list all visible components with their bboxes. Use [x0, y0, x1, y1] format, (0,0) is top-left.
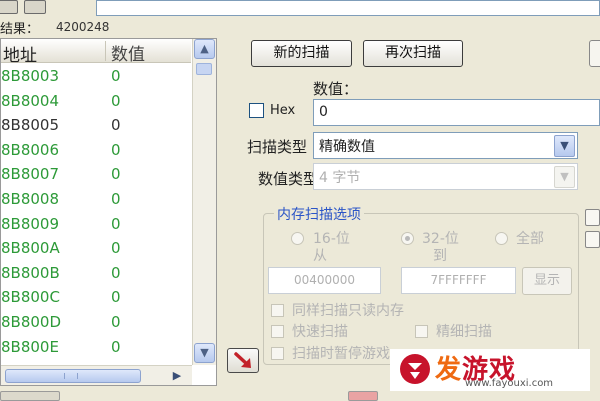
horizontal-scroll-thumb[interactable]: [5, 369, 141, 383]
list-row[interactable]: 8B8007 0: [1, 163, 191, 186]
radio-32bit[interactable]: [401, 232, 414, 245]
row-address: 8B800B: [1, 263, 60, 282]
add-to-list-button[interactable]: [227, 348, 259, 373]
new-scan-button[interactable]: 新的扫描: [251, 40, 352, 67]
row-address: 8B8003: [1, 67, 60, 85]
list-row[interactable]: 8B800A 0: [1, 237, 191, 260]
row-address: 8B8005: [1, 116, 60, 135]
arrow-down-right-icon: [234, 352, 251, 368]
row-value: 0: [111, 190, 121, 208]
next-scan-button[interactable]: 再次扫描: [363, 40, 463, 67]
open-process-icon[interactable]: [0, 0, 18, 14]
readonly-memory-label: 同样扫描只读内存: [292, 303, 404, 319]
row-address: 8B800E: [1, 337, 59, 356]
horizontal-scrollbar[interactable]: ▶: [1, 365, 192, 385]
watermark-name-accent: 发: [435, 355, 463, 385]
list-row[interactable]: 8B8008 0: [1, 188, 191, 211]
row-address: 8B8008: [1, 190, 60, 208]
chevron-down-icon[interactable]: ▼: [554, 166, 575, 188]
scan-value-input[interactable]: 0: [313, 99, 600, 126]
side-button-top[interactable]: [585, 209, 600, 226]
row-value: 0: [111, 116, 121, 135]
watermark-logo: 发游戏 www.fayouxi.com: [390, 349, 590, 391]
fast-scan-label: 快速扫描: [292, 324, 348, 340]
list-row[interactable]: 8B800B 0: [1, 262, 191, 285]
to-label: 到: [433, 248, 447, 264]
radio-16bit[interactable]: [291, 232, 304, 245]
address-list[interactable]: 地址 数值 8B8003 0 8B8004 0 8B8005 0 8B8006 0 8B8007…: [0, 38, 217, 386]
row-value: 0: [111, 214, 121, 233]
pause-game-label: 扫描时暂停游戏: [292, 346, 390, 362]
row-address: 8B800A: [1, 239, 60, 258]
list-row[interactable]: 8B8006 0: [1, 139, 191, 162]
value-type-select[interactable]: 4 字节 ▼: [313, 163, 578, 190]
list-row[interactable]: 8B8003 0: [1, 65, 191, 88]
row-value: 0: [111, 337, 121, 356]
scroll-down-button[interactable]: ▼: [194, 343, 215, 363]
value-type-label: 数值类型: [258, 170, 319, 188]
row-value: 0: [111, 239, 121, 258]
chevron-down-icon[interactable]: ▼: [554, 135, 575, 157]
row-value: 0: [111, 288, 121, 307]
row-value: 0: [111, 263, 121, 282]
vertical-scroll-thumb[interactable]: [196, 63, 212, 75]
precise-scan-checkbox[interactable]: [415, 325, 428, 338]
list-row[interactable]: 8B8005 0: [1, 114, 191, 137]
column-header-address[interactable]: 地址: [3, 41, 37, 66]
scan-type-select[interactable]: 精确数值 ▼: [313, 132, 578, 159]
radio-all-label: 全部: [516, 231, 544, 247]
from-label: 从: [313, 248, 327, 264]
list-row[interactable]: 8B8009 0: [1, 213, 191, 236]
list-row[interactable]: 8B8004 0: [1, 90, 191, 113]
hex-label: Hex: [270, 103, 296, 118]
scroll-grip-icon: [64, 373, 78, 379]
watermark-url: www.fayouxi.com: [465, 378, 554, 389]
column-header-value[interactable]: 数值: [111, 40, 145, 65]
scan-type-value: 精确数值: [319, 139, 375, 155]
pause-game-checkbox[interactable]: [271, 347, 284, 360]
readonly-memory-checkbox[interactable]: [271, 304, 284, 317]
scroll-right-button[interactable]: ▶: [167, 367, 187, 384]
list-row[interactable]: 8B800E 0: [1, 336, 191, 359]
precise-scan-label: 精细扫描: [436, 324, 492, 340]
row-value: 0: [111, 140, 121, 159]
row-address: 8B800C: [1, 288, 60, 307]
row-value: 0: [111, 91, 121, 110]
list-row[interactable]: 8B800C 0: [1, 286, 191, 309]
row-address: 8B800D: [1, 313, 62, 331]
list-header: 地址 数值: [1, 39, 191, 66]
memory-scan-options-title: 内存扫描选项: [274, 204, 364, 224]
result-count: 4200248: [56, 20, 110, 34]
side-button-bottom[interactable]: [585, 231, 600, 248]
list-row[interactable]: 8B800D 0: [1, 311, 191, 334]
result-label: 结果：: [0, 22, 40, 37]
row-value: 0: [111, 165, 121, 184]
row-address: 8B8009: [1, 214, 60, 233]
row-value: 0: [111, 67, 121, 85]
scroll-up-button[interactable]: ▲: [194, 39, 215, 59]
row-value: 0: [111, 313, 121, 331]
radio-all[interactable]: [495, 232, 508, 245]
hex-checkbox[interactable]: [249, 103, 264, 118]
value-type-value: 4 字节: [319, 170, 361, 186]
fast-scan-checkbox[interactable]: [271, 325, 284, 338]
process-name-field: [96, 0, 600, 16]
logo-icon: [400, 354, 430, 384]
row-address: 8B8004: [1, 91, 60, 110]
row-address: 8B8007: [1, 165, 60, 184]
end-address-input[interactable]: 7FFFFFFF: [401, 267, 516, 294]
row-address: 8B8006: [1, 140, 60, 159]
value-label: 数值：: [313, 80, 359, 98]
toolbar-icon[interactable]: [24, 0, 46, 14]
start-address-input[interactable]: 00400000: [268, 267, 381, 294]
vertical-scrollbar[interactable]: ▲ ▼: [192, 39, 216, 365]
undo-scan-button[interactable]: [589, 40, 600, 67]
scan-type-label: 扫描类型: [247, 138, 308, 156]
show-button[interactable]: 显示: [522, 267, 572, 295]
column-divider[interactable]: [105, 41, 106, 61]
